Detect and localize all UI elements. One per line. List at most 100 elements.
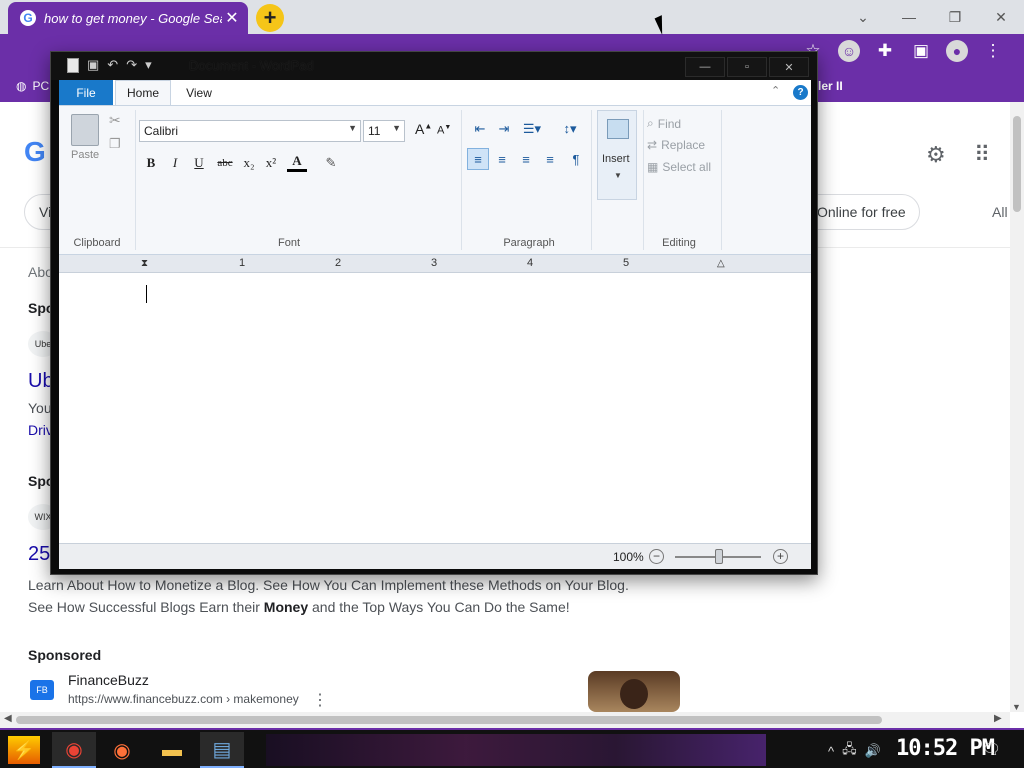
wordpad-minimize-button[interactable]: —: [685, 57, 725, 77]
copy-icon[interactable]: ❐: [109, 136, 121, 152]
zoom-out-button[interactable]: −: [649, 549, 664, 564]
find-button[interactable]: ⌕ Find: [647, 116, 681, 131]
wordpad-title-bar[interactable]: ▣ ↶ ↷ ▾ Document - WordPad — ▫ ✕: [51, 52, 817, 80]
tab-home[interactable]: Home: [115, 80, 171, 105]
google-logo[interactable]: G: [24, 136, 46, 168]
help-icon[interactable]: ?: [793, 85, 808, 100]
bold-button[interactable]: B: [141, 152, 161, 174]
profile-avatar-icon[interactable]: ●: [946, 40, 968, 62]
result-url[interactable]: https://www.financebuzz.com › makemoney: [68, 692, 299, 706]
highlight-color-button[interactable]: ✎: [321, 152, 341, 174]
paste-button-label[interactable]: Paste: [71, 149, 99, 161]
result-snippet-uber: You: [28, 400, 52, 416]
select-all-button[interactable]: ▦ Select all: [647, 160, 711, 174]
insert-button[interactable]: Insert ▼: [597, 110, 637, 200]
text-color-button[interactable]: A: [287, 152, 307, 172]
scroll-left-arrow-icon[interactable]: ◀: [4, 713, 12, 724]
network-icon[interactable]: 🖧: [842, 740, 857, 762]
horizontal-scroll-thumb[interactable]: [16, 716, 882, 724]
scroll-down-arrow-icon[interactable]: ▼: [1012, 702, 1021, 712]
align-left-button[interactable]: ≡: [467, 148, 489, 170]
result-thumbnail-image[interactable]: [588, 671, 680, 712]
ruler-number: 1: [239, 257, 246, 269]
chrome-menu-icon[interactable]: ⋮: [982, 40, 1004, 62]
zoom-in-button[interactable]: +: [773, 549, 788, 564]
zoom-slider-thumb[interactable]: [715, 549, 723, 564]
italic-button[interactable]: I: [165, 152, 185, 174]
taskbar-wordpad[interactable]: ▤: [200, 732, 244, 768]
right-indent-marker-icon[interactable]: △: [717, 258, 725, 269]
font-size-dropdown-icon[interactable]: ▼: [392, 123, 401, 133]
action-center-icon[interactable]: 🗨: [982, 740, 1001, 758]
save-icon[interactable]: ▣: [87, 57, 99, 73]
volume-icon[interactable]: 🔊: [865, 743, 881, 759]
taskbar-file-explorer[interactable]: ▬: [150, 732, 194, 768]
wordpad-maximize-button[interactable]: ▫: [727, 57, 767, 77]
taskbar-clock[interactable]: 10:52 PM: [896, 736, 995, 761]
tab-file[interactable]: File: [59, 80, 113, 105]
paste-icon[interactable]: [71, 114, 99, 146]
tab-search-button[interactable]: ⌄: [840, 0, 886, 34]
tab-close-icon[interactable]: ✕: [222, 8, 242, 28]
result-link-wix[interactable]: 25: [28, 543, 50, 566]
cut-icon[interactable]: ✂: [109, 112, 121, 129]
underline-button[interactable]: U: [189, 152, 209, 174]
filter-chip-online-for-free[interactable]: Online for free: [800, 194, 920, 230]
minimize-ribbon-icon[interactable]: ⌃: [771, 84, 780, 97]
bullet-list-icon[interactable]: ☰▾: [517, 118, 547, 140]
chrome-restore-button[interactable]: ❐: [932, 0, 978, 34]
line-spacing-icon[interactable]: ↕▾: [555, 118, 585, 140]
indent-marker-icon[interactable]: ⧗: [141, 258, 148, 269]
bookmark-item-right[interactable]: ler II: [818, 79, 843, 93]
strikethrough-button[interactable]: abc: [211, 152, 239, 174]
replace-button[interactable]: ⇄ Replace: [647, 138, 705, 152]
wordpad-app-icon[interactable]: [67, 57, 79, 73]
shrink-font-icon[interactable]: A▼: [437, 124, 451, 137]
font-family-dropdown-icon[interactable]: ▼: [348, 123, 357, 133]
firefox-icon: ◉: [113, 739, 131, 762]
scroll-right-arrow-icon[interactable]: ▶: [994, 713, 1002, 724]
settings-gear-icon[interactable]: ⚙: [926, 142, 946, 168]
tab-view[interactable]: View: [175, 80, 223, 105]
result-more-options-icon[interactable]: ⋮: [312, 690, 328, 710]
show-hidden-icons-icon[interactable]: ^: [828, 744, 834, 759]
font-family-select[interactable]: Calibri ▼: [139, 120, 361, 142]
side-panel-icon[interactable]: ▣: [910, 40, 932, 62]
chrome-window-controls: ⌄ — ❐ ✕: [840, 0, 1024, 34]
subscript-button[interactable]: x₂: [239, 152, 259, 174]
paragraph-settings-icon[interactable]: ¶: [565, 148, 587, 170]
extensions-puzzle-icon[interactable]: ✚: [874, 40, 896, 62]
document-editor[interactable]: [59, 273, 811, 565]
browser-tab-active[interactable]: G how to get money - Google Sea ✕: [8, 2, 248, 34]
new-tab-button[interactable]: +: [256, 4, 284, 32]
align-right-button[interactable]: ≡: [515, 148, 537, 170]
chrome-tab-strip: G how to get money - Google Sea ✕ + ⌄ — …: [0, 0, 1024, 34]
all-filters-button[interactable]: All: [992, 204, 1008, 220]
justify-button[interactable]: ≡: [539, 148, 561, 170]
bookmark-item-left[interactable]: ◍ PC: [16, 79, 49, 93]
extension-avatar-icon[interactable]: ☺: [838, 40, 860, 62]
document-ruler[interactable]: ⧗ 1 2 3 4 5 △: [59, 255, 811, 273]
customize-qat-icon[interactable]: ▾: [145, 57, 152, 73]
increase-indent-icon[interactable]: ⇥: [493, 118, 515, 140]
decrease-indent-icon[interactable]: ⇤: [469, 118, 491, 140]
page-vertical-scrollbar[interactable]: ▼: [1010, 102, 1024, 712]
redo-icon[interactable]: ↷: [126, 57, 137, 73]
taskbar-chrome[interactable]: ◉: [52, 732, 96, 768]
undo-icon[interactable]: ↶: [107, 57, 118, 73]
ruler-number: 4: [527, 257, 534, 269]
chrome-minimize-button[interactable]: —: [886, 0, 932, 34]
chrome-close-button[interactable]: ✕: [978, 0, 1024, 34]
superscript-button[interactable]: x²: [261, 152, 281, 174]
page-horizontal-scrollbar[interactable]: ◀ ▶: [0, 712, 1010, 728]
start-button[interactable]: ⚡: [8, 736, 40, 764]
font-size-select[interactable]: 11 ▼: [363, 120, 405, 142]
grow-font-icon[interactable]: A▲: [415, 121, 432, 137]
align-center-button[interactable]: ≡: [491, 148, 513, 170]
wordpad-close-button[interactable]: ✕: [769, 57, 809, 77]
taskbar-firefox[interactable]: ◉: [100, 732, 144, 768]
quick-access-toolbar: ▣ ↶ ↷ ▾: [67, 57, 152, 73]
result-site-name[interactable]: FinanceBuzz: [68, 672, 149, 688]
google-apps-icon[interactable]: ⠿: [974, 142, 990, 168]
vertical-scroll-thumb[interactable]: [1013, 116, 1021, 212]
